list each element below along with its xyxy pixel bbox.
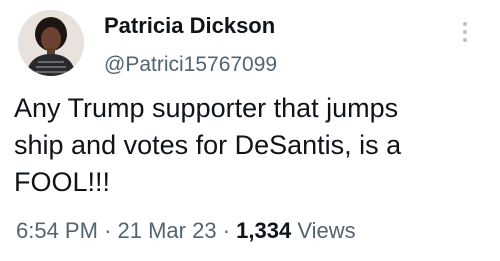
tweet-card[interactable]: Patricia Dickson @Patrici15767099 Any Tr… bbox=[0, 0, 500, 261]
tweet-time[interactable]: 6:54 PM bbox=[16, 218, 98, 243]
tweet-meta: 6:54 PM · 21 Mar 23 · 1,334 Views bbox=[16, 218, 356, 244]
more-options-icon[interactable] bbox=[461, 22, 469, 46]
meta-separator: · bbox=[104, 218, 112, 243]
meta-separator: · bbox=[222, 218, 231, 243]
views-label: Views bbox=[297, 218, 356, 243]
author-handle[interactable]: @Patrici15767099 bbox=[104, 53, 277, 77]
more-dot bbox=[463, 30, 467, 34]
views-count[interactable]: 1,334 bbox=[236, 218, 291, 243]
avatar-image bbox=[18, 10, 84, 76]
tweet-date[interactable]: 21 Mar 23 bbox=[118, 218, 217, 243]
more-dot bbox=[463, 22, 467, 26]
avatar[interactable] bbox=[18, 10, 84, 76]
tweet-text: Any Trump supporter that jumps ship and … bbox=[14, 93, 402, 197]
author-name[interactable]: Patricia Dickson bbox=[104, 13, 275, 39]
more-dot bbox=[463, 38, 467, 42]
